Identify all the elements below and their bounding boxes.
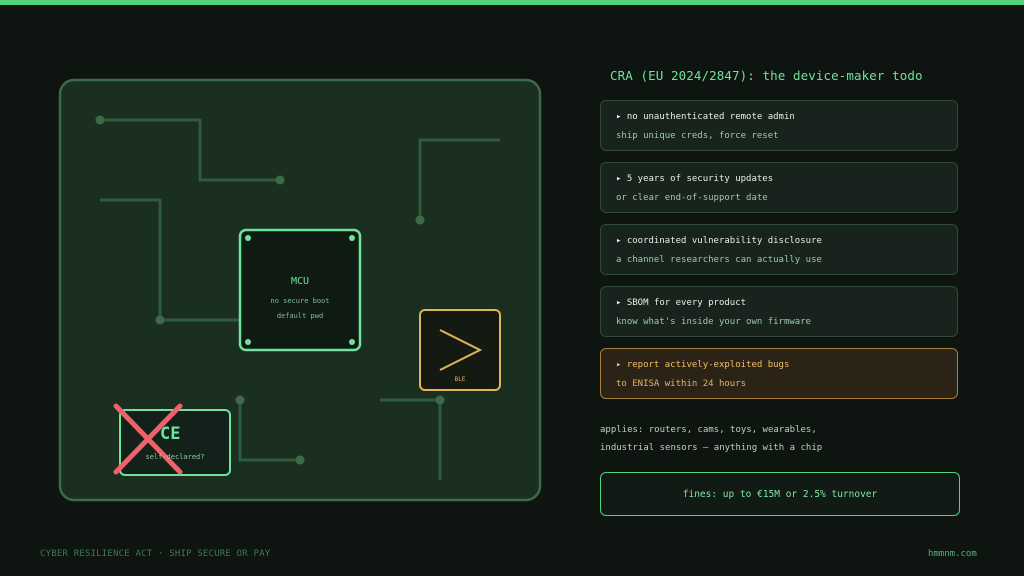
mcu-line-1: no secure boot (270, 297, 330, 305)
applies-line-2: industrial sensors — anything with a chi… (600, 443, 823, 453)
via (435, 395, 445, 405)
requirement-heading: ▸ report actively-exploited bugs (616, 360, 790, 370)
requirement-heading: ▸ no unauthenticated remote admin (616, 112, 795, 122)
via (155, 315, 165, 325)
mcu-title: MCU (290, 276, 310, 287)
requirement-card-warning: ▸ report actively-exploited bugs to ENIS… (600, 348, 958, 399)
fines-text: fines: up to €15M or 2.5% turnover (682, 488, 878, 500)
via (415, 215, 425, 225)
footer-domain-link[interactable]: hmmnm.com (928, 549, 977, 559)
page-title: CRA (EU 2024/2847): the device-maker tod… (610, 68, 923, 83)
requirement-card: ▸ coordinated vulnerability disclosure a… (600, 224, 958, 275)
via (95, 115, 105, 125)
requirement-card: ▸ SBOM for every product know what's ins… (600, 286, 958, 337)
requirement-detail: a channel researchers can actually use (616, 255, 822, 265)
via (295, 455, 305, 465)
requirement-detail: ship unique creds, force reset (616, 131, 779, 141)
requirement-heading: ▸ coordinated vulnerability disclosure (616, 236, 822, 246)
mcu-line-2: default pwd (276, 312, 324, 320)
ce-mark-label: CE (160, 424, 181, 444)
ce-subtitle: self-declared? (145, 453, 205, 461)
ble-label: BLE (454, 376, 466, 383)
requirement-heading: ▸ SBOM for every product (616, 298, 747, 308)
requirement-detail: to ENISA within 24 hours (616, 379, 747, 389)
via (275, 175, 285, 185)
requirement-detail: or clear end-of-support date (616, 193, 768, 203)
footer-tagline: CYBER RESILIENCE ACT · SHIP SECURE OR PA… (40, 549, 271, 559)
fines-box: fines: up to €15M or 2.5% turnover (600, 472, 960, 516)
requirement-heading: ▸ 5 years of security updates (616, 174, 774, 184)
mcu-chip (238, 228, 362, 352)
requirement-detail: know what's inside your own firmware (616, 317, 812, 327)
via (235, 395, 245, 405)
requirement-card: ▸ no unauthenticated remote admin ship u… (600, 100, 958, 151)
applies-line-1: applies: routers, cams, toys, wearables, (600, 425, 817, 435)
requirement-card: ▸ 5 years of security updates or clear e… (600, 162, 958, 213)
